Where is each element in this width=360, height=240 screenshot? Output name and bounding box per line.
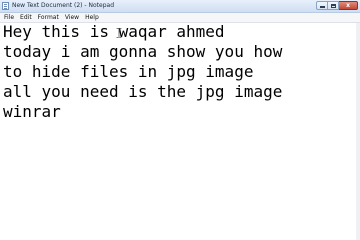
- editor-line: all you need is the jpg image: [3, 82, 283, 101]
- title-bar[interactable]: New Text Document (2) - Notepad x: [0, 0, 360, 13]
- notepad-icon[interactable]: [2, 2, 9, 10]
- menu-format[interactable]: Format: [35, 13, 62, 22]
- notepad-window: New Text Document (2) - Notepad x File E…: [0, 0, 360, 240]
- editor-line: Hey this is waqar ahmed: [3, 22, 225, 41]
- menu-file[interactable]: File: [0, 13, 17, 22]
- maximize-button[interactable]: [328, 1, 339, 10]
- menu-help[interactable]: Help: [82, 13, 102, 22]
- editor-line: winrar: [3, 102, 61, 121]
- close-button[interactable]: x: [339, 1, 358, 10]
- editor-line: today i am gonna show you how: [3, 42, 283, 61]
- window-title: New Text Document (2) - Notepad: [12, 2, 115, 9]
- vertical-scrollbar[interactable]: [356, 23, 360, 240]
- caption-buttons: x: [316, 1, 358, 10]
- text-cursor-icon: [116, 28, 122, 38]
- editor-line: to hide files in jpg image: [3, 62, 254, 81]
- minimize-button[interactable]: [316, 1, 328, 10]
- text-editor-area[interactable]: Hey this is waqar ahmed today i am gonna…: [0, 22, 356, 240]
- menu-edit[interactable]: Edit: [17, 13, 35, 22]
- minimize-icon: [319, 6, 325, 8]
- maximize-icon: [330, 3, 336, 8]
- close-icon: x: [346, 1, 350, 9]
- menu-view[interactable]: View: [62, 13, 82, 22]
